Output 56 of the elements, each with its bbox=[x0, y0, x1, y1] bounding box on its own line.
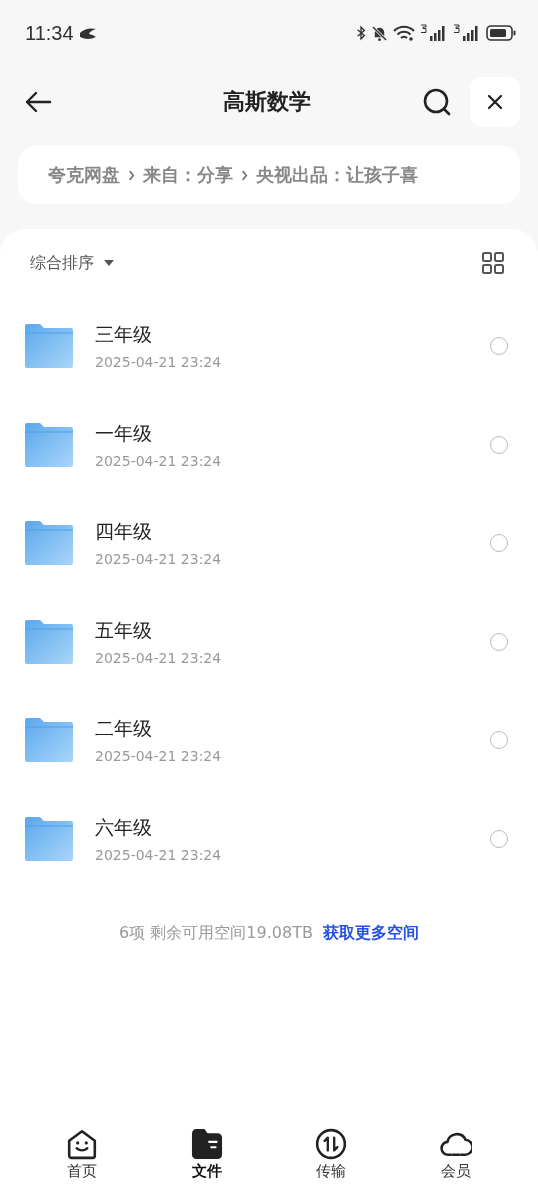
sort-dropdown[interactable]: 综合排序 bbox=[30, 252, 114, 274]
folder-name: 五年级 bbox=[95, 617, 153, 643]
folder-row[interactable]: 四年级 2025-04-21 23:24 bbox=[0, 494, 538, 593]
grid-icon bbox=[482, 252, 504, 274]
folder-name: 四年级 bbox=[95, 519, 153, 545]
wifi-icon bbox=[393, 25, 415, 41]
folder-row[interactable]: 三年级 2025-04-21 23:24 bbox=[0, 297, 538, 396]
bluetooth-icon bbox=[356, 24, 366, 42]
folder-name: 二年级 bbox=[95, 716, 153, 742]
breadcrumb-link[interactable]: 夸克网盘 bbox=[48, 163, 120, 187]
folder-row[interactable]: 二年级 2025-04-21 23:24 bbox=[0, 691, 538, 790]
folder-icon bbox=[24, 323, 74, 370]
chevron-icon bbox=[241, 169, 248, 181]
page-title: 高斯数学 bbox=[222, 88, 312, 116]
folder-icon bbox=[24, 421, 74, 468]
storage-summary: 6项 剩余可用空间19.08TB bbox=[119, 923, 313, 944]
folder-icon bbox=[190, 1128, 223, 1160]
folder-name: 一年级 bbox=[95, 420, 153, 446]
folder-date: 2025-04-21 23:24 bbox=[95, 354, 223, 371]
folder-date: 2025-04-21 23:24 bbox=[95, 649, 223, 666]
nav-tab[interactable]: 首页 bbox=[42, 1128, 123, 1200]
muted-bell-icon bbox=[371, 24, 388, 42]
folder-name: 三年级 bbox=[95, 322, 153, 348]
nav-tab[interactable]: 传输 bbox=[291, 1128, 372, 1200]
chevron-icon bbox=[128, 169, 135, 181]
breadcrumb-link[interactable]: 来自：分享 bbox=[143, 163, 233, 187]
more-space-link[interactable]: 获取更多空间 bbox=[322, 923, 419, 944]
status-time: 11:34 bbox=[25, 21, 74, 45]
folder-row[interactable]: 五年级 2025-04-21 23:24 bbox=[0, 592, 538, 691]
folder-row[interactable]: 六年级 2025-04-21 23:24 bbox=[0, 789, 538, 888]
signal-icon bbox=[420, 24, 448, 42]
folder-icon bbox=[24, 815, 74, 862]
search-icon bbox=[422, 87, 452, 117]
breadcrumb-link[interactable]: 央视出品：让孩子喜 bbox=[256, 163, 418, 187]
folder-icon bbox=[24, 618, 74, 665]
folder-icon bbox=[24, 717, 74, 764]
signal-icon bbox=[453, 24, 481, 42]
home-icon bbox=[66, 1128, 99, 1160]
grid-view-button[interactable] bbox=[482, 252, 504, 274]
folder-date: 2025-04-21 23:24 bbox=[95, 748, 223, 765]
nav-tab[interactable]: 会员 bbox=[415, 1128, 496, 1200]
close-button[interactable] bbox=[470, 77, 520, 127]
battery-icon bbox=[486, 25, 516, 41]
folder-name: 六年级 bbox=[95, 814, 153, 840]
caret-icon bbox=[104, 260, 114, 266]
nav-tab[interactable]: 文件 bbox=[166, 1128, 247, 1200]
back-arrow-icon bbox=[24, 90, 52, 114]
transfer-icon bbox=[315, 1128, 348, 1160]
close-icon bbox=[487, 94, 503, 110]
search-button[interactable] bbox=[422, 87, 452, 117]
back-button[interactable] bbox=[24, 90, 52, 114]
folder-date: 2025-04-21 23:24 bbox=[95, 846, 223, 863]
folder-row[interactable]: 一年级 2025-04-21 23:24 bbox=[0, 395, 538, 494]
folder-date: 2025-04-21 23:24 bbox=[95, 452, 223, 469]
folder-icon bbox=[24, 520, 74, 567]
folder-date: 2025-04-21 23:24 bbox=[95, 551, 223, 568]
